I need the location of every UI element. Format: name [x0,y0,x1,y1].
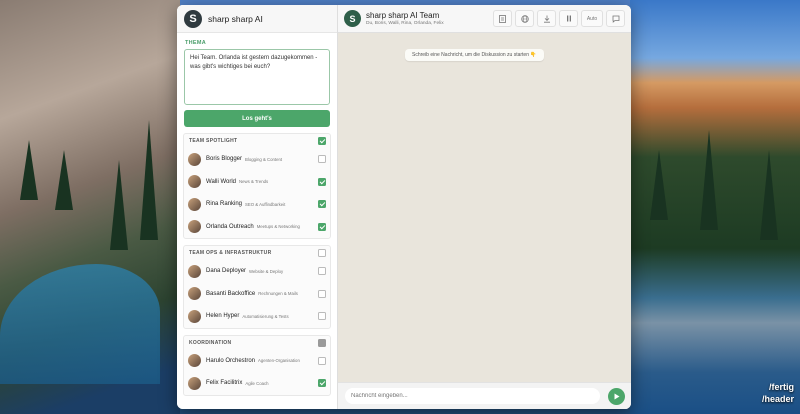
tree [760,150,778,240]
avatar [188,264,201,278]
team-info: sharp sharp AI Team Du, Boris, Walli, Ri… [366,11,493,26]
member-checkbox[interactable] [318,200,326,209]
chat-icon[interactable] [606,10,625,27]
member-role: Agile Coach [245,380,269,386]
avatar [188,152,201,166]
app-window: S sharp sharp AI THEMA Hei Team. Orlanda… [177,5,631,409]
pause-icon[interactable] [559,10,578,27]
group-checkbox[interactable] [318,137,326,145]
member-row[interactable]: Boris Blogger Blogging & Content [184,148,330,171]
group-header: TEAM SPOTLIGHT [184,134,330,148]
member-row[interactable]: Orlanda Outreach Meetups & Networking [184,216,330,239]
globe-icon[interactable] [515,10,534,27]
member-name: Walli World [206,178,237,185]
member-row[interactable]: Walli World News & Trends [184,171,330,194]
member-name: Boris Blogger [206,156,243,163]
member-checkbox[interactable] [318,177,326,186]
group-title: TEAM SPOTLIGHT [189,138,238,144]
member-name: Helen Hyper [206,313,240,320]
member-group: TEAM OPS & INFRASTRUKTUR Dana Deployer Web… [183,245,331,329]
member-name: Felix Facilitrix [206,380,243,387]
team-members: Du, Boris, Walli, Rina, Orlanda, Felix [366,21,444,26]
chat-panel: S sharp sharp AI Team Du, Boris, Walli, … [338,5,631,409]
member-role: Meetups & Networking [256,224,300,230]
tree [650,150,668,220]
download-icon[interactable] [537,10,556,27]
empty-chat-hint: Schreib eine Nachricht, um die Diskussio… [405,49,544,61]
member-name: Rina Ranking [206,201,243,208]
avatar [188,354,201,368]
group-header: KOORDINATION [184,336,330,350]
tree [700,130,718,230]
member-checkbox[interactable] [318,379,326,388]
member-group: TEAM SPOTLIGHT Boris Blogger Blogging & Co… [183,133,331,239]
tree [110,160,128,250]
member-group: KOORDINATION Harulo Orchestron Agenten-Org… [183,334,331,396]
send-icon[interactable] [608,387,625,405]
member-row[interactable]: Harulo Orchestron Agenten-Organisation [184,350,330,373]
team-avatar: S [344,10,361,27]
member-name: Dana Deployer [206,268,247,275]
member-checkbox[interactable] [318,155,326,164]
sidebar: S sharp sharp AI THEMA Hei Team. Orlanda… [177,5,338,409]
member-role: Website & Deploy [249,268,284,274]
member-role: Rechnungen & Mails [258,291,298,297]
member-row[interactable]: Rina Ranking SEO & Auffindbarkeit [184,193,330,216]
member-checkbox[interactable] [318,267,326,276]
avatar [188,175,201,189]
group-checkbox[interactable] [318,249,326,257]
avatar [188,220,201,234]
tree [140,120,158,240]
group-checkbox[interactable] [318,338,326,347]
group-title: KOORDINATION [189,339,232,346]
chat-header: S sharp sharp AI Team Du, Boris, Walli, … [338,5,631,33]
desktop-label-fertig[interactable]: /fertig [769,382,794,392]
topic-textarea[interactable]: Hei Team. Orlanda ist gestern dazugekomm… [184,49,330,105]
team-groups: TEAM SPOTLIGHT Boris Blogger Blogging & Co… [177,133,337,396]
member-name: Basanti Backoffice [206,290,256,297]
member-checkbox[interactable] [318,312,326,321]
team-name: sharp sharp AI Team [366,11,440,20]
member-role: Blogging & Content [245,156,283,162]
composer [338,382,631,409]
avatar [188,309,201,323]
member-row[interactable]: Basanti Backoffice Rechnungen & Mails [184,283,330,306]
start-button[interactable]: Los geht's [184,110,330,127]
member-role: SEO & Auffindbarkeit [245,201,286,207]
chat-toolbar: Auto [493,10,625,27]
member-role: Automatisierung & Tests [242,313,289,319]
group-header: TEAM OPS & INFRASTRUKTUR [184,246,330,260]
message-input[interactable] [345,388,600,404]
topic-label: THEMA [185,40,207,46]
member-name: Harulo Orchestron [206,357,256,364]
desktop-label-header[interactable]: /header [762,394,794,404]
avatar [188,376,201,390]
member-name: Orlanda Outreach [206,223,254,230]
avatar [188,287,201,301]
app-logo: S [184,9,202,28]
sidebar-header: S sharp sharp AI [177,5,337,33]
member-row[interactable]: Helen Hyper Automatisierung & Tests [184,305,330,328]
document-icon[interactable] [493,10,512,27]
member-checkbox[interactable] [318,222,326,231]
member-checkbox[interactable] [318,356,326,365]
member-role: Agenten-Organisation [258,358,300,364]
group-title: TEAM OPS & INFRASTRUKTUR [189,250,272,256]
member-role: News & Trends [239,179,269,185]
member-row[interactable]: Felix Facilitrix Agile Coach [184,372,330,395]
avatar [188,197,201,211]
auto-button[interactable]: Auto [581,10,603,27]
tree [55,150,73,210]
member-checkbox[interactable] [318,289,326,298]
app-title: sharp sharp AI [208,13,263,24]
member-row[interactable]: Dana Deployer Website & Deploy [184,260,330,283]
tree [20,140,38,200]
